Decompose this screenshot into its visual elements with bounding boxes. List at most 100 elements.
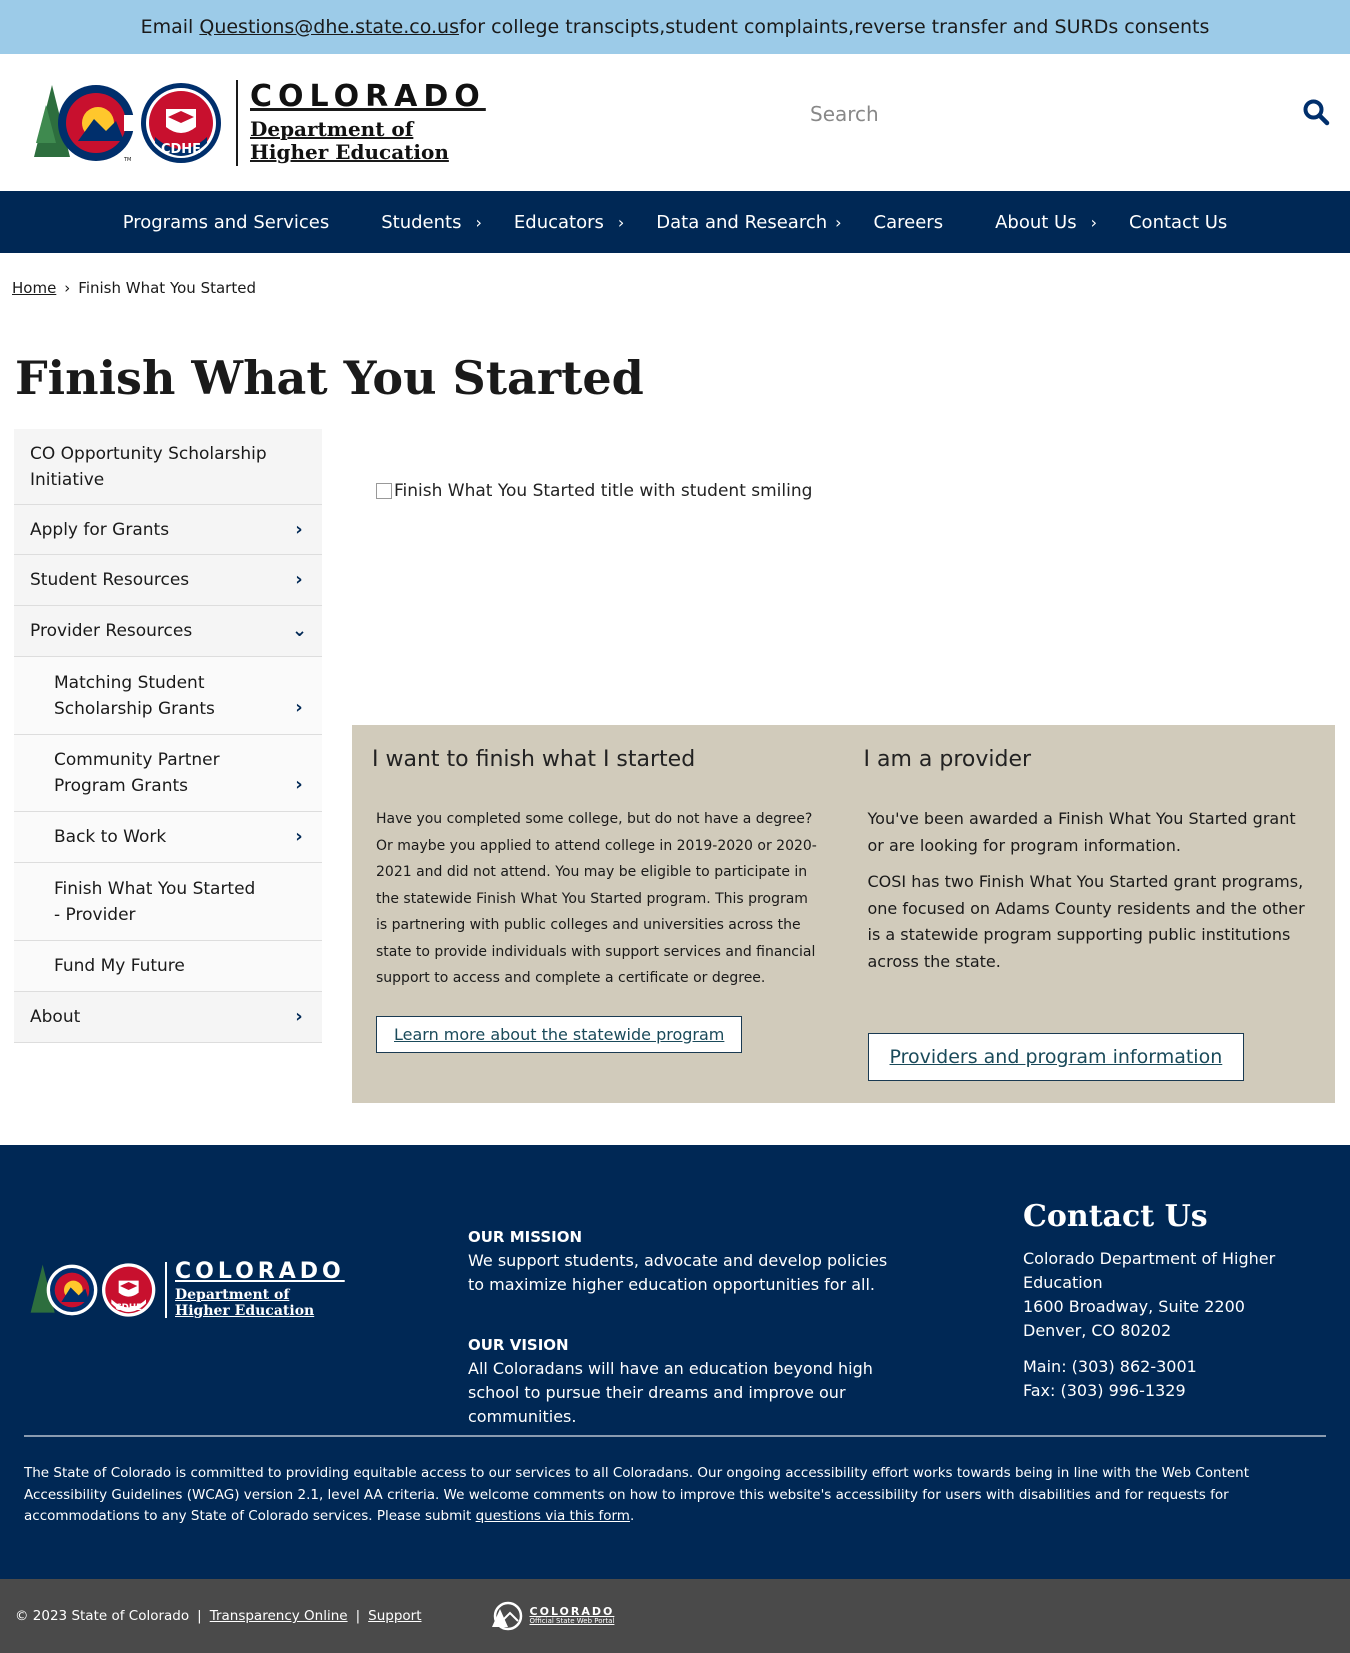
chevron-right-icon[interactable]: › [292, 567, 306, 593]
page-title: Finish What You Started [15, 351, 644, 405]
accessibility-text: The State of Colorado is committed to pr… [24, 1465, 1250, 1524]
audience-panel: I want to finish what I started Have you… [352, 725, 1335, 1103]
chevron-right-icon[interactable]: › [292, 695, 306, 721]
chevron-right-icon[interactable]: › [1091, 213, 1097, 232]
mission-heading: OUR MISSION [468, 1228, 583, 1246]
chevron-right-icon[interactable]: › [618, 213, 624, 232]
student-body: Have you completed some college, but do … [376, 811, 817, 986]
chevron-right-icon[interactable]: › [292, 824, 306, 850]
page-content: CO Opportunity Scholarship Initiative Ap… [0, 429, 1350, 1145]
sidebar-item-back-to-work[interactable]: Back to Work › [14, 812, 322, 863]
logo-dept-line1: Department of [250, 116, 414, 141]
footer-logo-wordmark: COLORADO Department of Higher Education [165, 1258, 345, 1319]
sidebar-nav: CO Opportunity Scholarship Initiative Ap… [14, 429, 322, 1145]
support-link[interactable]: Support [368, 1608, 421, 1624]
logo-state: COLORADO [250, 78, 486, 114]
breadcrumb-home[interactable]: Home [12, 279, 56, 297]
contact-org: Colorado Department of Higher Education [1023, 1249, 1276, 1292]
alert-email-link[interactable]: Questions@dhe.state.co.us [199, 16, 459, 38]
footer-logo-state: COLORADO [175, 1258, 345, 1284]
site-header: TM CDHE COLORADO Department of Higher Ed… [0, 54, 1350, 191]
search-input[interactable] [810, 102, 1270, 126]
footer-mission-vision: OUR MISSION We support students, advocat… [468, 1225, 898, 1429]
bottom-bar: © 2023 State of Colorado | Transparency … [0, 1579, 1350, 1653]
nav-careers[interactable]: Careers [848, 191, 970, 253]
nav-data-and-research[interactable]: Data and Research › [630, 191, 847, 253]
nav-students[interactable]: Students › [355, 191, 488, 253]
sidebar-item-apply-for-grants[interactable]: Apply for Grants › [14, 505, 322, 555]
sidebar-item-fund-my-future[interactable]: Fund My Future [14, 941, 322, 992]
portal-subtitle: Official State Web Portal [529, 1617, 615, 1626]
chevron-right-icon[interactable]: › [475, 213, 481, 232]
breadcrumb: Home › Finish What You Started [0, 253, 1350, 297]
contact-main-phone: Main: (303) 862-3001 [1023, 1357, 1197, 1376]
search-icon[interactable] [1302, 98, 1330, 130]
provider-column: I am a provider You've been awarded a Fi… [844, 725, 1336, 1103]
chevron-right-icon[interactable]: › [292, 1004, 306, 1030]
sidebar-item-co-opportunity-scholarship[interactable]: CO Opportunity Scholarship Initiative [14, 429, 322, 505]
colorado-cdhe-logo-icon: TM CDHE [34, 82, 221, 163]
main-content: Finish What You Started title with stude… [352, 429, 1335, 1145]
sidebar-item-fwys-provider[interactable]: Finish What You Started - Provider [14, 863, 322, 941]
hero-image: Finish What You Started title with stude… [376, 481, 812, 501]
alert-suffix: for college transcipts,student complaint… [458, 16, 1210, 38]
learn-more-button[interactable]: Learn more about the statewide program [376, 1015, 743, 1053]
contact-fax: Fax: (303) 996-1329 [1023, 1381, 1186, 1400]
footer-logo-dept-line2: Higher Education [175, 1303, 315, 1319]
nav-about-us[interactable]: About Us › [969, 191, 1103, 253]
accessibility-end: . [629, 1508, 635, 1524]
sidebar-item-community-partner[interactable]: Community Partner Program Grants › [14, 735, 322, 812]
site-footer: CDHE COLORADO Department of Higher Educa… [0, 1145, 1350, 1579]
provider-body-1: You've been awarded a Finish What You St… [867, 809, 1296, 855]
accessibility-form-link[interactable]: questions via this form [476, 1508, 630, 1524]
alert-bar: Email Questions@dhe.state.co.us for coll… [0, 0, 1350, 54]
breadcrumb-separator: › [64, 279, 71, 297]
provider-body-2: COSI has two Finish What You Started gra… [867, 872, 1305, 971]
chevron-down-icon[interactable]: ⌄ [292, 618, 307, 644]
logo-wordmark: COLORADO Department of Higher Education [236, 78, 486, 166]
search-bar [810, 84, 1330, 144]
hero-image-alt: Finish What You Started title with stude… [394, 481, 813, 501]
vision-heading: OUR VISION [468, 1336, 569, 1354]
separator: | [197, 1608, 202, 1624]
sidebar-item-student-resources[interactable]: Student Resources › [14, 555, 322, 606]
student-heading: I want to finish what I started [372, 747, 696, 772]
nav-contact-us[interactable]: Contact Us [1103, 191, 1253, 253]
nav-educators[interactable]: Educators › [488, 191, 630, 253]
accessibility-statement: The State of Colorado is committed to pr… [24, 1463, 1330, 1528]
sidebar-item-provider-resources[interactable]: Provider Resources ⌄ [14, 606, 322, 657]
footer-divider [24, 1435, 1326, 1437]
chevron-right-icon[interactable]: › [292, 772, 306, 798]
breadcrumb-current: Finish What You Started [78, 279, 256, 297]
footer-logo-dept-line1: Department of [175, 1286, 290, 1303]
vision-text: All Coloradans will have an education be… [468, 1359, 873, 1426]
mission-text: We support students, advocate and develo… [468, 1251, 888, 1294]
svg-text:CDHE: CDHE [115, 1303, 142, 1313]
state-portal-logo[interactable]: COLORADO Official State Web Portal [488, 1601, 615, 1631]
contact-heading: Contact Us [1023, 1199, 1208, 1234]
transparency-online-link[interactable]: Transparency Online [210, 1608, 348, 1624]
colorado-cdhe-logo-icon: CDHE [30, 1263, 156, 1317]
alert-prefix: Email [140, 16, 194, 38]
provider-info-button[interactable]: Providers and program information [867, 1033, 1245, 1081]
contact-address-1: 1600 Broadway, Suite 2200 [1023, 1297, 1245, 1316]
broken-image-icon [376, 483, 392, 499]
footer-logo[interactable]: CDHE COLORADO Department of Higher Educa… [25, 1258, 345, 1319]
colorado-portal-icon [491, 1601, 522, 1631]
main-nav: Programs and Services Students › Educator… [0, 191, 1350, 253]
contact-address-2: Denver, CO 80202 [1023, 1321, 1172, 1340]
sidebar-item-matching-student-scholarship[interactable]: Matching Student Scholarship Grants › [14, 657, 322, 735]
copyright: © 2023 State of Colorado [15, 1608, 190, 1624]
chevron-right-icon[interactable]: › [835, 213, 841, 232]
svg-text:TM: TM [123, 157, 131, 163]
logo-dept-line2: Higher Education [250, 139, 449, 164]
nav-programs-and-services[interactable]: Programs and Services [97, 191, 356, 253]
student-column: I want to finish what I started Have you… [352, 725, 844, 1103]
separator: | [355, 1608, 361, 1624]
svg-text:CDHE: CDHE [161, 142, 201, 157]
chevron-right-icon[interactable]: › [292, 517, 306, 543]
sidebar-item-about[interactable]: About › [14, 992, 322, 1043]
footer-contact: Contact Us Colorado Department of Higher… [1023, 1199, 1350, 1403]
provider-heading: I am a provider [863, 747, 1032, 772]
site-logo[interactable]: TM CDHE COLORADO Department of Higher Ed… [28, 78, 486, 166]
